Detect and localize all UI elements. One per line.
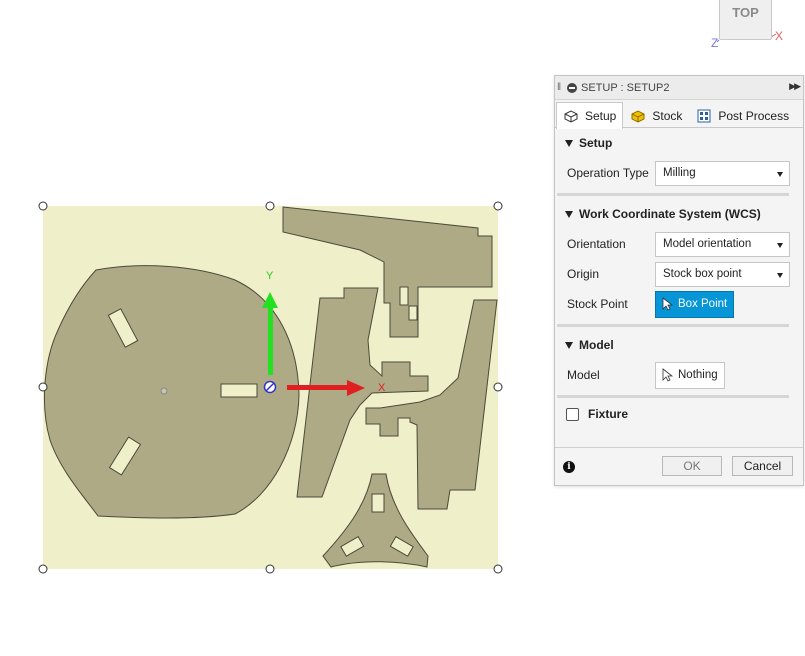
cursor-arrow-icon — [662, 297, 674, 311]
operation-type-row: Operation Type Milling — [555, 158, 803, 188]
fixture-row[interactable]: Fixture — [555, 401, 803, 427]
operation-type-label: Operation Type — [567, 166, 649, 180]
wcs-section-header[interactable]: Work Coordinate System (WCS) — [555, 199, 803, 229]
fixture-label: Fixture — [588, 407, 629, 421]
slot — [220, 383, 258, 398]
setup-section-header[interactable]: Setup — [555, 128, 803, 158]
viewport-canvas[interactable]: Y X — [0, 0, 555, 653]
model-label: Model — [567, 368, 600, 382]
expand-icon[interactable]: ▶▶ — [789, 81, 801, 92]
axis-x-label: X — [378, 382, 386, 394]
section-title: Work Coordinate System (WCS) — [579, 207, 761, 221]
orientation-select[interactable]: Model orientation — [655, 231, 790, 257]
setup-section: Setup Operation Type Milling — [555, 128, 803, 188]
viewcube-axis-z: Z — [711, 36, 719, 50]
setup-icon — [564, 110, 578, 123]
model-view[interactable]: Y X — [0, 0, 555, 653]
tab-label: Setup — [585, 109, 617, 123]
stock-handle — [38, 564, 48, 574]
origin-label: Origin — [567, 267, 600, 281]
wcs-section: Work Coordinate System (WCS) Orientation… — [555, 199, 803, 319]
drag-handle-icon[interactable]: ‖ — [557, 82, 565, 93]
stock-point-label: Stock Point — [567, 297, 628, 311]
stock-handle — [493, 382, 503, 392]
collapse-triangle-icon — [565, 139, 573, 147]
stock-handle — [265, 564, 275, 574]
orientation-label: Orientation — [567, 237, 626, 251]
stock-handle — [38, 201, 48, 211]
cursor-arrow-icon — [662, 368, 674, 382]
collapse-triangle-icon — [565, 341, 573, 349]
tab-label: Stock — [652, 108, 683, 123]
button-label: Nothing — [678, 369, 718, 381]
tab-label: Post Process — [718, 108, 790, 123]
box-point-button[interactable]: Box Point — [655, 290, 735, 318]
viewcube-top-face[interactable]: TOP — [719, 0, 772, 40]
stock-handle — [493, 201, 503, 211]
section-divider — [557, 193, 789, 196]
select-value: Stock box point — [663, 268, 742, 280]
origin-select[interactable]: Stock box point — [655, 261, 790, 287]
dropdown-caret-icon — [777, 171, 783, 177]
stock-handle — [493, 564, 503, 574]
tab-bar: Setup Stock Post Process — [555, 100, 803, 129]
seat-part[interactable] — [43, 265, 300, 519]
dialog-titlebar[interactable]: ‖ SETUP : SETUP2 ▶▶ — [555, 76, 803, 100]
section-divider — [557, 324, 789, 327]
model-select-button[interactable]: Nothing — [655, 361, 725, 389]
viewcube[interactable]: TOP X Z — [705, 0, 805, 60]
dialog-footer: i OK Cancel — [555, 447, 803, 485]
post-process-icon — [697, 109, 711, 122]
stock-handle — [38, 382, 48, 392]
model-section: Model Model Nothing — [555, 330, 803, 390]
section-title: Setup — [579, 136, 613, 150]
collapse-icon[interactable] — [567, 82, 577, 93]
model-section-header[interactable]: Model — [555, 330, 803, 360]
setup-dialog: ‖ SETUP : SETUP2 ▶▶ Setup Stock Post Pro… — [554, 75, 804, 486]
axis-y-label: Y — [266, 270, 274, 282]
center-point — [160, 387, 168, 395]
stock-handle — [265, 201, 275, 211]
info-icon[interactable]: i — [563, 460, 575, 473]
ok-button[interactable]: OK — [662, 456, 722, 476]
collapse-triangle-icon — [565, 210, 573, 218]
fixture-checkbox[interactable] — [566, 407, 579, 421]
dropdown-caret-icon — [777, 242, 783, 248]
section-title: Model — [579, 338, 614, 352]
orientation-row: Orientation Model orientation — [555, 229, 803, 259]
model-row: Model Nothing — [555, 360, 803, 390]
select-value: Milling — [663, 167, 696, 179]
tab-stock[interactable]: Stock — [623, 102, 689, 128]
operation-type-select[interactable]: Milling — [655, 160, 790, 186]
tab-post-process[interactable]: Post Process — [689, 102, 796, 128]
stock-icon — [631, 109, 645, 123]
viewcube-axis-x: X — [775, 29, 784, 43]
dropdown-caret-icon — [777, 272, 783, 278]
viewcube-face-label: TOP — [732, 4, 759, 20]
section-divider — [557, 395, 789, 398]
stock-point-row: Stock Point Box Point — [555, 289, 803, 319]
dialog-title: SETUP : SETUP2 — [581, 81, 670, 94]
origin-row: Origin Stock box point — [555, 259, 803, 289]
button-label: Box Point — [678, 298, 728, 310]
select-value: Model orientation — [663, 238, 752, 250]
tab-setup[interactable]: Setup — [556, 102, 624, 129]
cancel-button[interactable]: Cancel — [732, 456, 793, 476]
